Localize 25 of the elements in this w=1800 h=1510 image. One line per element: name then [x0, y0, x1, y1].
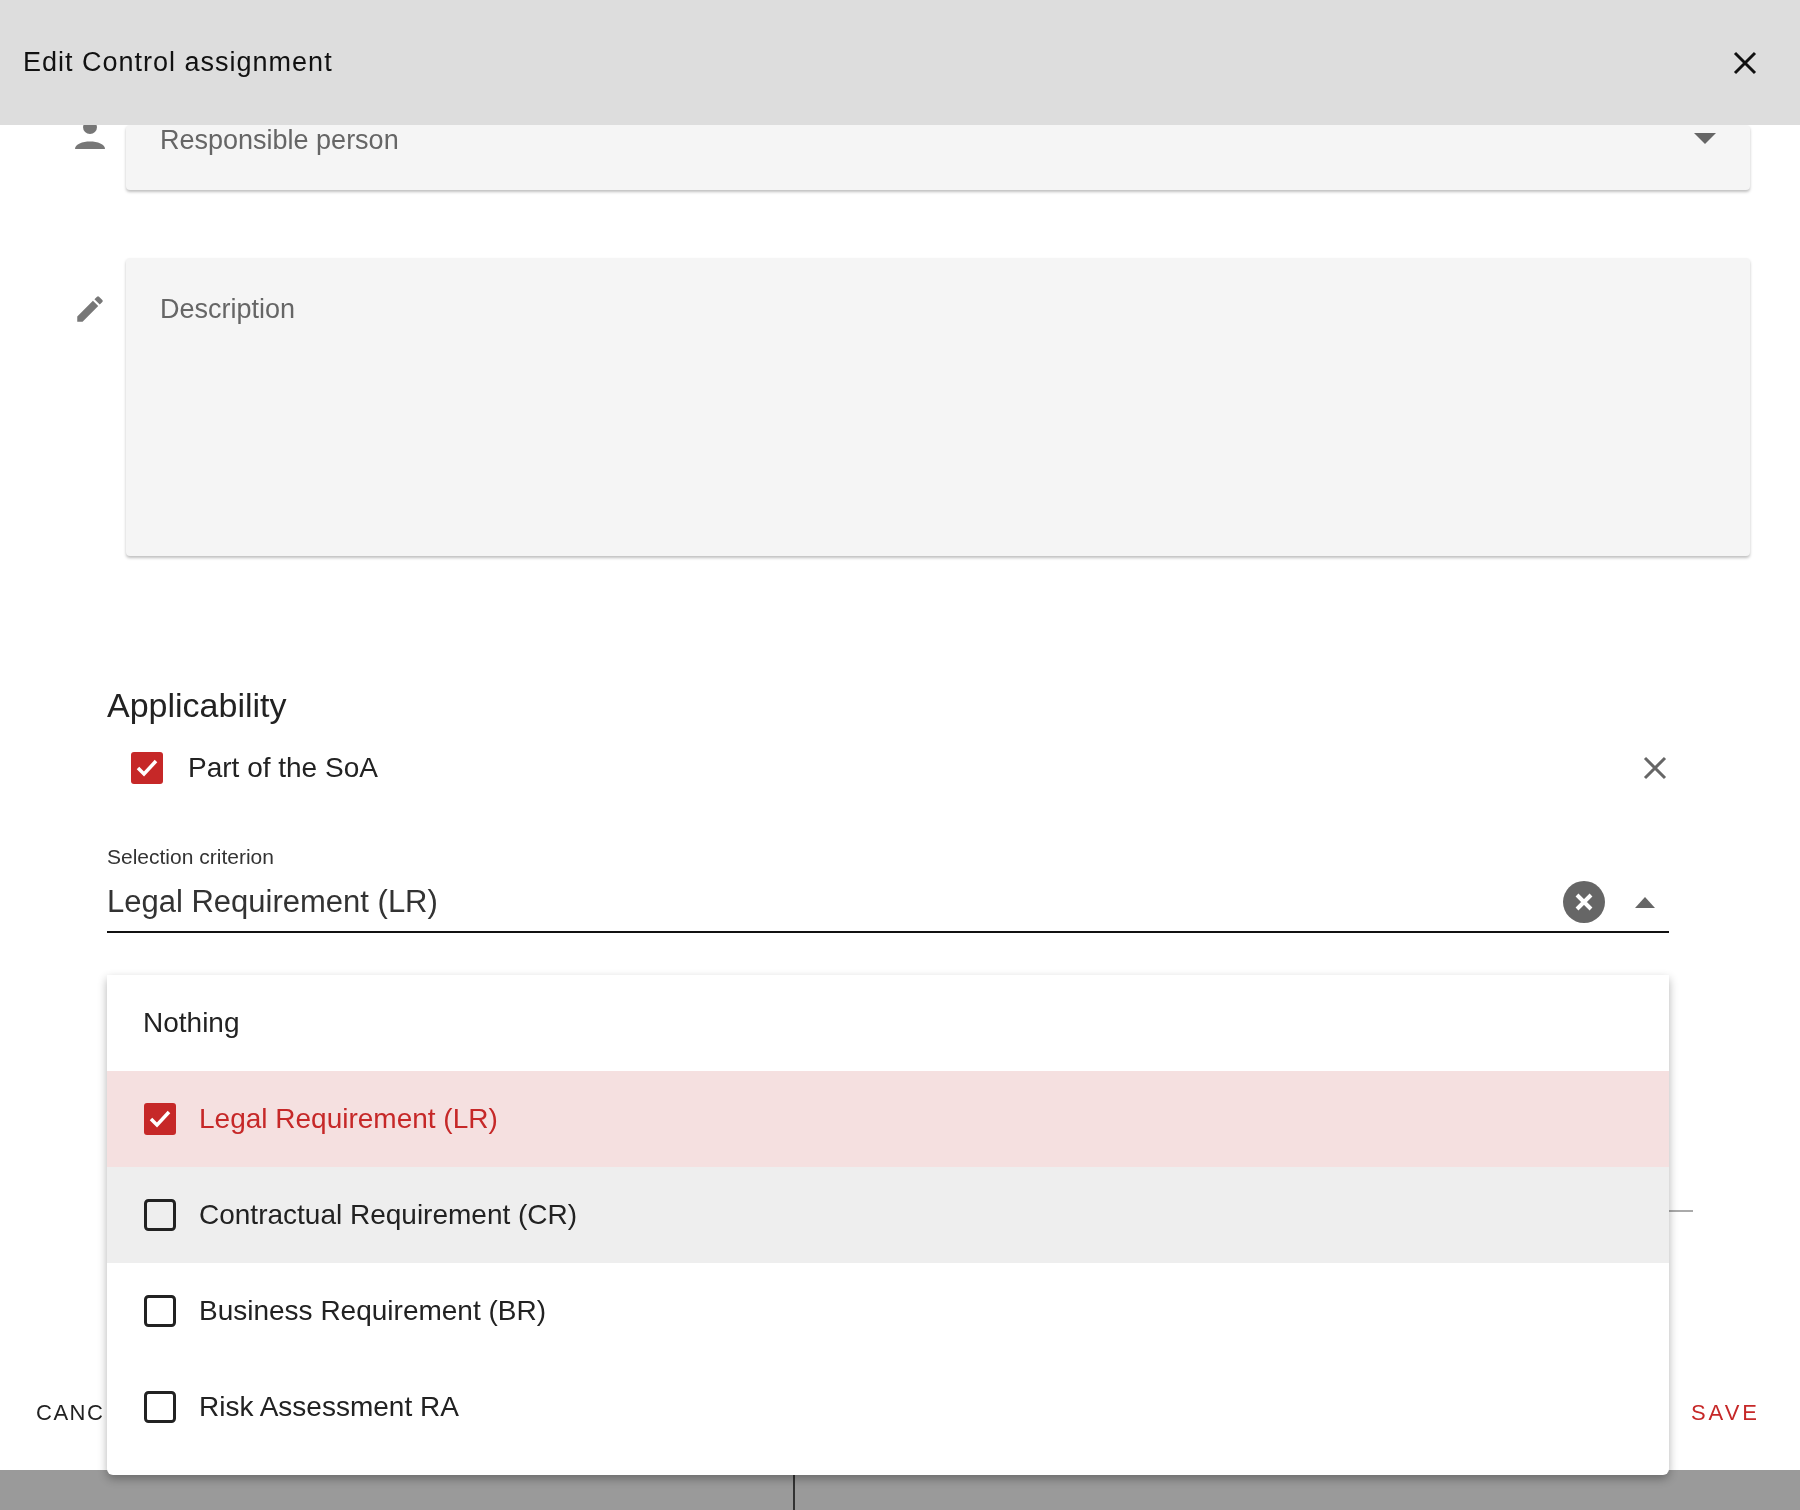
cancel-button[interactable]: CANC [36, 1400, 105, 1426]
menu-item[interactable]: Contractual Requirement (CR) [107, 1167, 1669, 1263]
selected-value: Legal Requirement (LR) [107, 884, 438, 920]
menu-item[interactable]: Business Requirement (BR) [107, 1263, 1669, 1359]
field-label: Selection criterion [107, 845, 275, 869]
caret-icon[interactable] [1635, 896, 1655, 908]
selection-dropdown[interactable]: Selection criterion Legal Requirement (LR) [107, 845, 1669, 933]
menu-item[interactable]: Risk Assessment RA [107, 1359, 1669, 1455]
save-button[interactable]: SAVE [1690, 1400, 1760, 1426]
menu-item[interactable]: Legal Requirement (LR) [107, 1071, 1669, 1167]
field-placeholder: Responsible person [160, 125, 399, 156]
menu-item[interactable]: Nothing [107, 975, 1669, 1071]
responsible-person-field[interactable]: Responsible person [126, 125, 1750, 190]
section-heading: Applicability [107, 686, 288, 725]
checkbox[interactable] [143, 1198, 177, 1232]
description-field[interactable]: Description [126, 258, 1750, 556]
clear-icon[interactable] [1563, 881, 1605, 923]
checked-checkbox[interactable] [130, 751, 164, 785]
checkbox-label: Part of the SoA [188, 752, 378, 784]
checked-checkbox[interactable] [143, 1102, 177, 1136]
field-placeholder: Description [160, 293, 296, 325]
dropdown-caret-icon [1694, 133, 1716, 145]
checkbox[interactable] [143, 1294, 177, 1328]
checkbox[interactable] [143, 1390, 177, 1424]
dialog-title: Edit Control assignment [23, 47, 333, 78]
